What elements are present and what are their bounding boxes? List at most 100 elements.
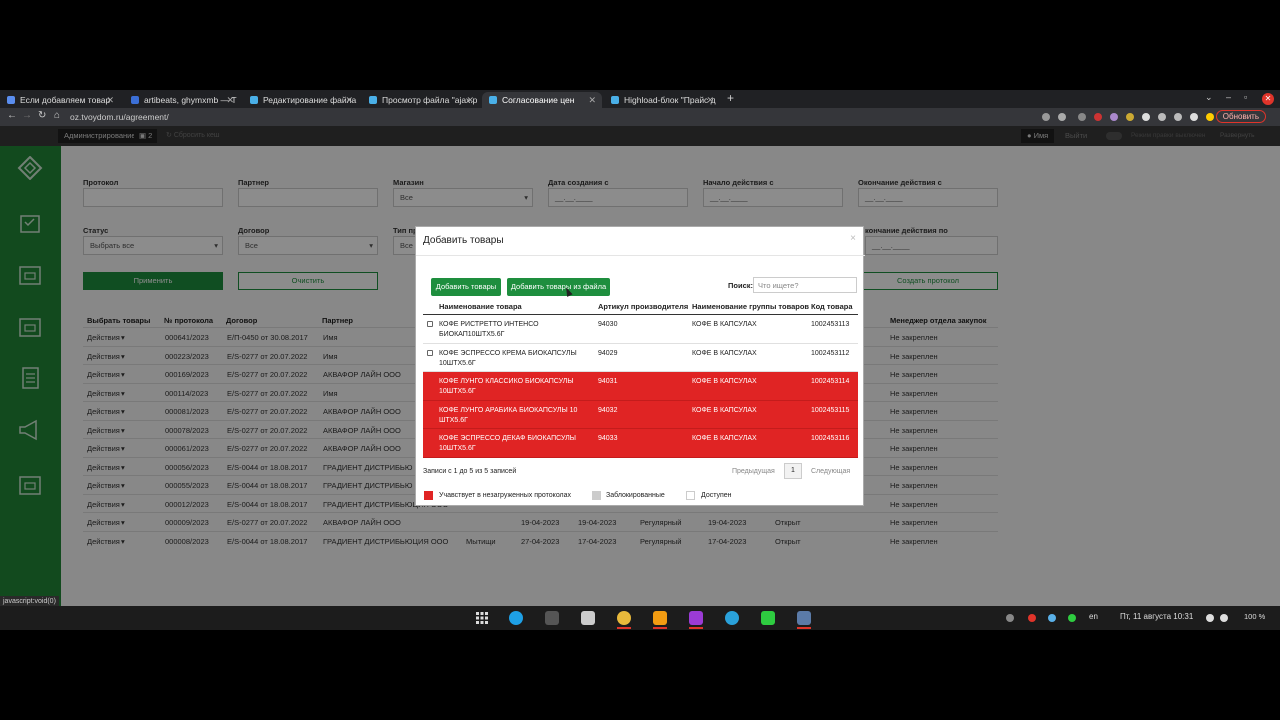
minimize-icon[interactable]: – — [1226, 92, 1231, 102]
add-products-button[interactable]: Добавить товары — [431, 278, 501, 296]
terminal-icon[interactable] — [545, 611, 559, 625]
product-row[interactable]: КОФЕ РИСТРЕТТО ИНТЕНСО БИОКАП10ШТХ5.6Г 94… — [423, 315, 858, 344]
tab-label: Редактирование файла — [263, 95, 357, 105]
back-icon[interactable]: ← — [7, 110, 17, 121]
sublime-icon[interactable] — [653, 611, 667, 625]
active-indicator — [653, 627, 667, 629]
record-icon[interactable] — [1028, 614, 1036, 622]
code-cell: 1002453113 — [811, 321, 850, 328]
sidebar-icon[interactable] — [1174, 113, 1182, 121]
add-from-file-button[interactable]: Добавить товары из файла — [507, 278, 610, 296]
keyboard-layout[interactable]: en — [1089, 612, 1098, 621]
page-1-button[interactable]: 1 — [784, 463, 802, 479]
battery-level[interactable]: 100 % — [1244, 612, 1265, 621]
chevron-down-icon[interactable]: ⌄ — [1205, 92, 1213, 103]
legend-in-protocol: Учавствует в незагруженных протоколах — [439, 492, 572, 499]
extension-icon[interactable] — [1078, 113, 1086, 121]
tray-icon[interactable] — [1068, 614, 1076, 622]
reload-icon[interactable]: ↻ — [38, 110, 46, 121]
code-cell: 1002453116 — [811, 435, 850, 442]
search-input[interactable] — [753, 277, 857, 293]
chrome-icon[interactable] — [617, 611, 631, 625]
address-bar[interactable]: oz.tvoydom.ru/agreement/ — [70, 110, 169, 124]
records-info: Записи с 1 до 5 из 5 записей — [423, 468, 517, 475]
close-icon[interactable]: × — [850, 233, 856, 244]
close-icon[interactable]: ✕ — [226, 92, 234, 108]
modal-divider — [416, 255, 865, 256]
product-row[interactable]: КОФЕ ЛУНГО АРАБИКА БИОКАПСУЛЫ 10 ШТХ5.6Г… — [423, 400, 858, 429]
tab-label: Просмотр файла "ajax.p — [382, 95, 478, 105]
tab-3[interactable]: Редактирование файла ✕ — [243, 92, 359, 108]
code-cell: 1002453115 — [811, 406, 850, 414]
group-cell: КОФЕ В КАПСУЛАХ — [692, 435, 757, 442]
volume-icon[interactable] — [1220, 614, 1228, 622]
clock[interactable]: Пт, 11 августа 10:31 — [1120, 612, 1193, 621]
tab-favicon — [131, 96, 139, 104]
article-cell: 94029 — [598, 349, 618, 357]
telegram-icon[interactable] — [725, 611, 739, 625]
update-browser-button[interactable]: Обновить — [1215, 110, 1266, 123]
tab-4[interactable]: Просмотр файла "ajax.p ✕ — [362, 92, 480, 108]
wifi-icon[interactable] — [1206, 614, 1214, 622]
forward-icon[interactable]: → — [22, 110, 32, 121]
star-icon[interactable] — [1058, 113, 1066, 121]
spreadsheet-icon[interactable] — [761, 611, 775, 625]
files-icon[interactable] — [581, 611, 595, 625]
extension-icon[interactable] — [1094, 113, 1102, 121]
home-icon[interactable]: ⌂ — [54, 110, 60, 121]
close-icon[interactable]: ✕ — [345, 92, 353, 108]
active-indicator — [617, 627, 631, 629]
product-row[interactable]: КОФЕ ЭСПРЕССО КРЕМА БИОКАПСУЛЫ 10ШТХ5.6Г… — [423, 344, 858, 372]
close-icon[interactable]: ✕ — [706, 92, 714, 108]
th-article: Артикул производителя — [598, 302, 689, 311]
close-icon[interactable]: ✕ — [106, 92, 114, 108]
tray-icon[interactable] — [1048, 614, 1056, 622]
close-icon[interactable]: ✕ — [588, 92, 596, 108]
puzzle-icon[interactable] — [1158, 113, 1166, 121]
legend-blocked: Заблокированные — [606, 492, 665, 499]
group-cell: КОФЕ В КАПСУЛАХ — [692, 349, 757, 357]
screen: Если добавляем товар ✕ artibeats, ghymxmb… — [0, 90, 1280, 630]
window-close-icon[interactable]: ✕ — [1262, 93, 1274, 105]
tab-favicon — [250, 96, 258, 104]
tab-favicon — [7, 96, 15, 104]
extension-icon[interactable] — [1110, 113, 1118, 121]
tab-2[interactable]: artibeats, ghymxmb — Т ✕ — [124, 92, 240, 108]
code-cell: 1002453114 — [811, 378, 850, 385]
tab-5-active[interactable]: Согласование цен ✕ — [482, 92, 602, 108]
close-icon[interactable]: ✕ — [466, 92, 474, 108]
apps-grid-icon[interactable] — [476, 612, 488, 624]
next-page-link[interactable]: Следующая — [811, 468, 850, 475]
article-cell: 94032 — [598, 406, 618, 414]
profile-icon[interactable] — [1190, 113, 1198, 121]
tray-icon[interactable] — [1006, 614, 1014, 622]
share-icon[interactable] — [1042, 113, 1050, 121]
group-cell: КОФЕ В КАПСУЛАХ — [692, 406, 757, 414]
tab-label: Если добавляем товар — [20, 95, 111, 105]
product-name: КОФЕ ЭСПРЕССО ДЕКАФ БИОКАПСУЛЫ 10ШТХ5.6Г — [439, 435, 576, 452]
product-row[interactable]: КОФЕ ЛУНГО КЛАССИКО БИОКАПСУЛЫ 10ШТХ5.6Г… — [423, 372, 858, 401]
prev-page-link[interactable]: Предыдущая — [732, 468, 775, 475]
modal-title: Добавить товары — [423, 235, 504, 246]
screenshot-icon[interactable] — [797, 611, 811, 625]
tab-favicon — [489, 96, 497, 104]
row-checkbox[interactable] — [427, 321, 433, 327]
tab-6[interactable]: Highload-блок "Прайс д ✕ — [604, 92, 720, 108]
extension-icon[interactable] — [1142, 113, 1150, 121]
skype-icon[interactable] — [509, 611, 523, 625]
article-cell: 94033 — [598, 435, 618, 442]
active-indicator — [689, 627, 703, 629]
row-checkbox[interactable] — [427, 349, 433, 356]
group-cell: КОФЕ В КАПСУЛАХ — [692, 378, 757, 385]
flag-icon — [1206, 113, 1214, 121]
product-row[interactable]: КОФЕ ЭСПРЕССО ДЕКАФ БИОКАПСУЛЫ 10ШТХ5.6Г… — [423, 429, 858, 458]
product-name: КОФЕ ЭСПРЕССО КРЕМА БИОКАПСУЛЫ 10ШТХ5.6Г — [439, 349, 577, 367]
code-cell: 1002453112 — [811, 349, 850, 357]
tab-1[interactable]: Если добавляем товар ✕ — [0, 92, 120, 108]
tab-favicon — [611, 96, 619, 104]
new-tab-button[interactable]: + — [727, 91, 734, 105]
extension-icon[interactable] — [1126, 113, 1134, 121]
restore-icon[interactable]: ▫ — [1244, 92, 1247, 102]
phpstorm-icon[interactable] — [689, 611, 703, 625]
tab-label: Highload-блок "Прайс д — [624, 95, 716, 105]
